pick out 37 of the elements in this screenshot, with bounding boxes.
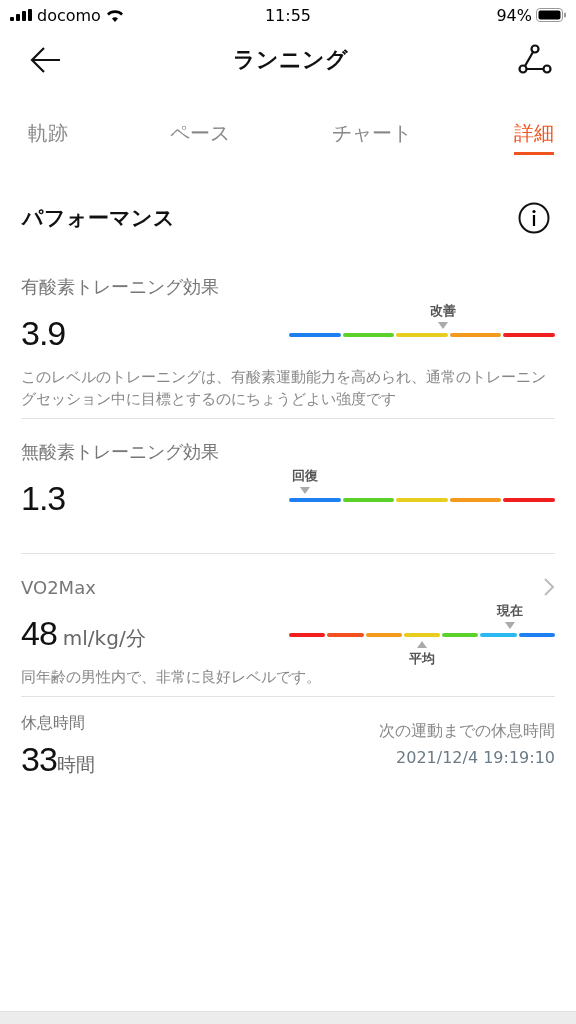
metric-value: 48: [21, 613, 57, 653]
metric-label: 有酸素トレーニング効果: [21, 275, 219, 299]
route-nodes-icon: [518, 44, 552, 76]
metric-unit: 時間: [56, 753, 95, 777]
up-triangle-icon: [417, 641, 427, 648]
marker-label: 現在: [496, 602, 523, 620]
metric-value: 1.3: [21, 478, 66, 518]
tab[interactable]: チャート: [332, 116, 412, 155]
tab[interactable]: 詳細: [514, 116, 554, 155]
metric-value: 33: [21, 740, 57, 779]
metric-value: 3.9: [21, 313, 66, 353]
section-title: パフォーマンス: [22, 205, 175, 232]
next-workout-label: 次の運動までの休息時間: [379, 721, 555, 742]
wifi-icon: [105, 8, 124, 22]
marker-label: 平均: [409, 650, 435, 668]
metric-label: 休息時間: [21, 713, 86, 734]
tab[interactable]: ペース: [170, 116, 230, 155]
down-triangle-icon: [504, 622, 515, 629]
down-triangle-icon: [438, 322, 449, 329]
marker-label: 回復: [291, 467, 318, 485]
clock-time: 11:55: [264, 5, 312, 25]
info-icon[interactable]: [518, 202, 550, 234]
marker-label: 改善: [430, 302, 457, 320]
signal-icon: [10, 9, 32, 21]
metric-unit: ml/kg/分: [62, 624, 146, 652]
page-title: ランニング: [232, 46, 348, 74]
back-arrow-icon: [30, 46, 62, 74]
metric-description: このレベルのトレーニングは、有酸素運動能力を高められ、通常のトレーニングセッション中に目標とするのにちょうどよい強度です: [21, 368, 547, 409]
metric-label: VO2Max: [21, 576, 96, 598]
battery-icon: [536, 8, 566, 22]
battery-percent: 94%: [496, 5, 532, 25]
carrier-name: docomo: [37, 5, 101, 25]
metric-description: 同年齢の男性内で、非常に良好レベルです。: [21, 668, 322, 687]
down-triangle-icon: [299, 487, 310, 494]
next-workout-time: 2021/12/4 19:19:10: [396, 748, 555, 767]
tab[interactable]: 軌跡: [28, 116, 68, 155]
metric-label: 無酸素トレーニング効果: [21, 440, 219, 464]
